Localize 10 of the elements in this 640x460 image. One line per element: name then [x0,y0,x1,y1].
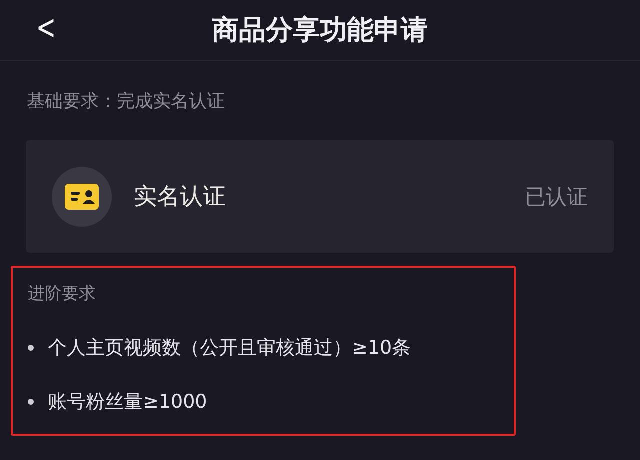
page-title: 商品分享功能申请 [212,14,428,48]
verification-status: 已认证 [525,184,588,210]
back-button[interactable]: < [32,8,60,48]
requirement-text: 个人主页视频数（公开且审核通过）≥10条 [48,336,412,361]
bullet-dot [28,345,34,351]
basic-requirement: 基础要求：完成实名认证 [27,90,226,113]
bullet-dot [28,399,34,405]
section-title: 进阶要求 [28,283,97,305]
verification-label: 实名认证 [134,183,227,212]
requirement-text: 账号粉丝量≥1000 [48,390,208,415]
